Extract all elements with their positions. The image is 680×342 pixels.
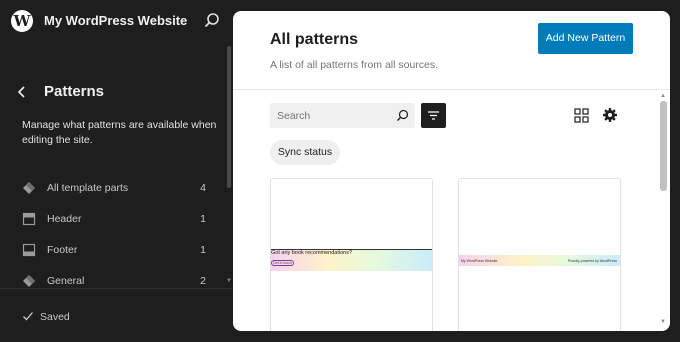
panel-header: All patterns A list of all patterns from… (233, 11, 670, 90)
search-icon[interactable] (203, 12, 221, 30)
pattern-card[interactable]: My WordPress Website Proudly powered by … (458, 178, 621, 331)
filter-icon (428, 111, 439, 120)
sidebar-top-bar: W My WordPress Website (0, 0, 233, 42)
pattern-preview-button: Get in touch (271, 260, 294, 266)
sidebar-item-count: 1 (200, 213, 206, 225)
pattern-preview-site-title: My WordPress Website (461, 259, 498, 263)
sidebar-description: Manage what patterns are available when … (22, 119, 217, 146)
save-status: Saved (40, 311, 70, 323)
sidebar-item-label: All template parts (47, 182, 129, 194)
sidebar-item-count: 1 (200, 244, 206, 256)
back-chevron-icon[interactable] (14, 84, 30, 100)
sync-status-filter-chip[interactable]: Sync status (270, 140, 340, 165)
site-title[interactable]: My WordPress Website (44, 13, 187, 28)
page-title: All patterns (270, 31, 359, 48)
check-icon (23, 312, 33, 321)
scroll-down-arrow-icon[interactable]: ▼ (660, 319, 666, 325)
sidebar-scrollbar-thumb[interactable] (227, 46, 231, 188)
footer-icon (22, 243, 36, 257)
panel-scrollbar[interactable]: ▲ ▼ (659, 90, 668, 331)
symbol-icon (23, 182, 35, 194)
grid-view-icon[interactable] (574, 108, 589, 123)
sidebar-item-count: 2 (200, 275, 206, 287)
sidebar-heading: Patterns (44, 83, 105, 100)
search-field[interactable] (270, 103, 415, 128)
page-subtitle: A list of all patterns from all sources. (270, 59, 439, 71)
symbol-icon (23, 275, 35, 287)
sidebar-item-header[interactable]: Header 1 (22, 211, 208, 229)
search-icon[interactable] (396, 109, 409, 122)
pattern-preview-text: Got any book recommendations? (271, 250, 353, 256)
sidebar-item-label: General (47, 275, 85, 287)
sidebar-item-footer[interactable]: Footer 1 (22, 242, 208, 260)
pattern-preview-credit: Proudly powered by WordPress (567, 259, 617, 263)
gear-icon[interactable] (602, 107, 618, 123)
sidebar-footer: Saved (0, 288, 233, 342)
filter-button[interactable] (421, 103, 446, 128)
sidebar-item-label: Header (47, 213, 82, 225)
pattern-card[interactable]: Got any book recommendations? Get in tou… (270, 178, 433, 331)
sidebar-item-count: 4 (200, 182, 206, 194)
sidebar: W My WordPress Website Patterns Manage w… (0, 0, 233, 342)
sidebar-item-all-template-parts[interactable]: All template parts 4 (22, 180, 208, 198)
search-input[interactable] (270, 103, 390, 128)
sidebar-item-label: Footer (47, 244, 78, 256)
wordpress-logo-icon[interactable]: W (11, 10, 33, 32)
patterns-panel: All patterns A list of all patterns from… (233, 11, 670, 331)
wordpress-logo-letter: W (13, 12, 31, 30)
scroll-down-arrow-icon[interactable]: ▼ (226, 278, 232, 284)
scroll-up-arrow-icon[interactable]: ▲ (660, 93, 666, 99)
add-new-pattern-button[interactable]: Add New Pattern (538, 23, 633, 54)
sidebar-scrollbar[interactable]: ▼ (226, 42, 232, 288)
panel-scrollbar-thumb[interactable] (660, 101, 667, 191)
header-icon (22, 212, 36, 226)
